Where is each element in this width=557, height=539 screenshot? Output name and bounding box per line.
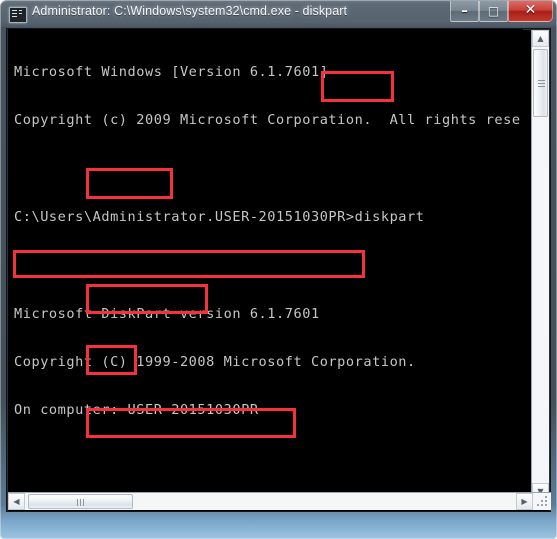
scroll-right-icon[interactable]: ▶ — [516, 493, 533, 510]
console-client-area: Microsoft Windows [Version 6.1.7601] Cop… — [6, 28, 551, 512]
console-line-command-diskpart: C:\Users\Administrator.USER-20151030PR>d… — [14, 209, 425, 226]
maximize-button[interactable]: □ — [479, 1, 508, 22]
console-line: Copyright (c) 2009 Microsoft Corporation… — [14, 112, 523, 129]
scroll-up-icon[interactable]: ▲ — [532, 30, 549, 47]
horizontal-scrollbar-thumb[interactable] — [28, 494, 133, 509]
window-title: Administrator: C:\Windows\system32\cmd.e… — [32, 4, 348, 18]
minimize-icon: – — [461, 4, 468, 19]
vertical-scrollbar[interactable]: ▲ ▼ — [531, 30, 549, 500]
scroll-left-icon[interactable]: ◀ — [8, 493, 25, 510]
vertical-scrollbar-thumb[interactable] — [533, 49, 548, 117]
horizontal-scrollbar[interactable]: ◀ ▶ — [8, 492, 551, 510]
cmd-icon — [9, 7, 27, 23]
close-icon: ✕ — [524, 2, 537, 18]
window-titlebar[interactable]: Administrator: C:\Windows\system32\cmd.e… — [0, 0, 557, 28]
console-line: Microsoft Windows [Version 6.1.7601] — [14, 64, 329, 81]
resize-grip[interactable] — [536, 495, 549, 508]
cmd-window: Administrator: C:\Windows\system32\cmd.e… — [0, 0, 557, 539]
console-line: On computer: USER-20151030PR — [14, 402, 259, 419]
console-line: Microsoft DiskPart version 6.1.7601 — [14, 305, 320, 322]
maximize-icon: □ — [487, 4, 500, 18]
close-button[interactable]: ✕ — [508, 1, 553, 22]
minimize-button[interactable]: – — [450, 1, 479, 22]
console-line: Copyright (C) 1999-2008 Microsoft Corpor… — [14, 353, 416, 370]
console-output[interactable]: Microsoft Windows [Version 6.1.7601] Cop… — [8, 29, 523, 499]
